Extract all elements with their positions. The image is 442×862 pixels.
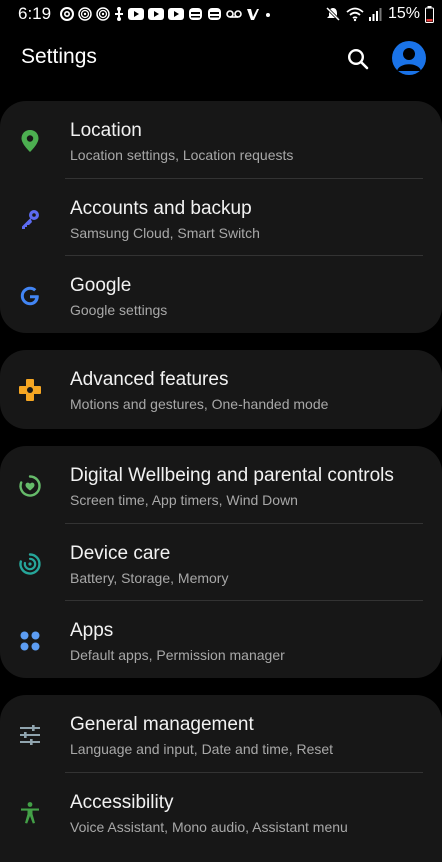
settings-item-accessibility[interactable]: Accessibility Voice Assistant, Mono audi… [0, 773, 442, 851]
settings-item-advanced-features[interactable]: Advanced features Motions and gestures, … [0, 350, 442, 428]
wellbeing-icon [16, 472, 44, 500]
status-bar: 6:19 15% [0, 0, 442, 28]
settings-item-title: Accounts and backup [70, 197, 252, 219]
usb-icon [115, 7, 124, 21]
settings-item-title: Location [70, 120, 142, 141]
key-icon [16, 205, 44, 233]
settings-item-subtitle: Samsung Cloud, Smart Switch [70, 224, 260, 241]
settings-item-google[interactable]: Google Google settings [0, 256, 442, 334]
settings-item-subtitle: Motions and gestures, One-handed mode [70, 396, 329, 412]
settings-item-title: Accessibility [70, 791, 174, 813]
google-icon [16, 282, 44, 310]
settings-item-subtitle: Screen time, App timers, Wind Down [70, 492, 298, 508]
settings-item-location[interactable]: Location Location settings, Location req… [0, 101, 442, 179]
fingerprint-icon [78, 7, 92, 21]
settings-item-subtitle: Battery, Storage, Memory [70, 569, 229, 586]
settings-item-subtitle: Voice Assistant, Mono audio, Assistant m… [70, 818, 348, 835]
settings-item-subtitle: Location settings, Location requests [70, 147, 294, 163]
settings-item-title: Device care [70, 542, 171, 564]
search-button[interactable] [344, 45, 372, 73]
threads-icon [60, 7, 75, 21]
fingerprint-icon [96, 7, 110, 21]
status-left: 6:19 [18, 4, 272, 24]
settings-group-4: General management Language and input, D… [0, 695, 442, 862]
youtube-icon [128, 8, 145, 20]
settings-item-subtitle: Default apps, Permission manager [70, 647, 285, 663]
settings-item-title: General management [70, 714, 254, 735]
notification-icons [60, 7, 272, 21]
settings-item-title: Apps [70, 620, 114, 641]
status-time: 6:19 [18, 4, 52, 23]
account-avatar-button[interactable] [392, 41, 426, 75]
settings-item-apps[interactable]: Apps Default apps, Permission manager [0, 601, 442, 679]
settings-item-subtitle: Google settings [70, 302, 168, 318]
settings-item-general-management[interactable]: General management Language and input, D… [0, 695, 442, 773]
apps-icon [16, 627, 44, 655]
youtube-icon [148, 8, 165, 20]
venmo-icon [247, 9, 260, 20]
settings-item-accounts-and-backup[interactable]: Accounts and backup Samsung Cloud, Smart… [0, 179, 442, 256]
voicemail-icon [226, 10, 242, 18]
status-right: 15% [325, 5, 434, 23]
accessibility-icon [16, 799, 44, 827]
app-bar: Settings [0, 28, 442, 90]
settings-item-title: Google [70, 275, 132, 296]
settings-group-1: Location Location settings, Location req… [0, 101, 442, 333]
settings-item-title: Digital Wellbeing and parental controls [70, 465, 394, 486]
settings-item-digital-wellbeing[interactable]: Digital Wellbeing and parental controls … [0, 446, 442, 524]
sliders-icon [16, 721, 44, 749]
settings-group-2: Advanced features Motions and gestures, … [0, 350, 442, 429]
mute-icon [325, 6, 341, 22]
android-icon [189, 8, 203, 20]
page-title: Settings [21, 45, 97, 68]
settings-group-3: Digital Wellbeing and parental controls … [0, 446, 442, 678]
account-icon [397, 48, 421, 71]
dot-icon [266, 13, 271, 17]
wifi-icon [346, 7, 364, 22]
battery-percent: 15% [387, 5, 420, 22]
android-icon [208, 8, 222, 20]
search-icon [347, 48, 369, 70]
device-care-icon [16, 550, 44, 578]
settings-item-title: Advanced features [70, 369, 229, 390]
battery-icon [425, 5, 434, 23]
signal-icon [368, 8, 382, 21]
settings-item-subtitle: Language and input, Date and time, Reset [70, 741, 334, 757]
location-pin-icon [16, 127, 44, 155]
youtube-icon [168, 8, 185, 20]
settings-item-device-care[interactable]: Device care Battery, Storage, Memory [0, 524, 442, 601]
advanced-features-icon [16, 376, 44, 404]
